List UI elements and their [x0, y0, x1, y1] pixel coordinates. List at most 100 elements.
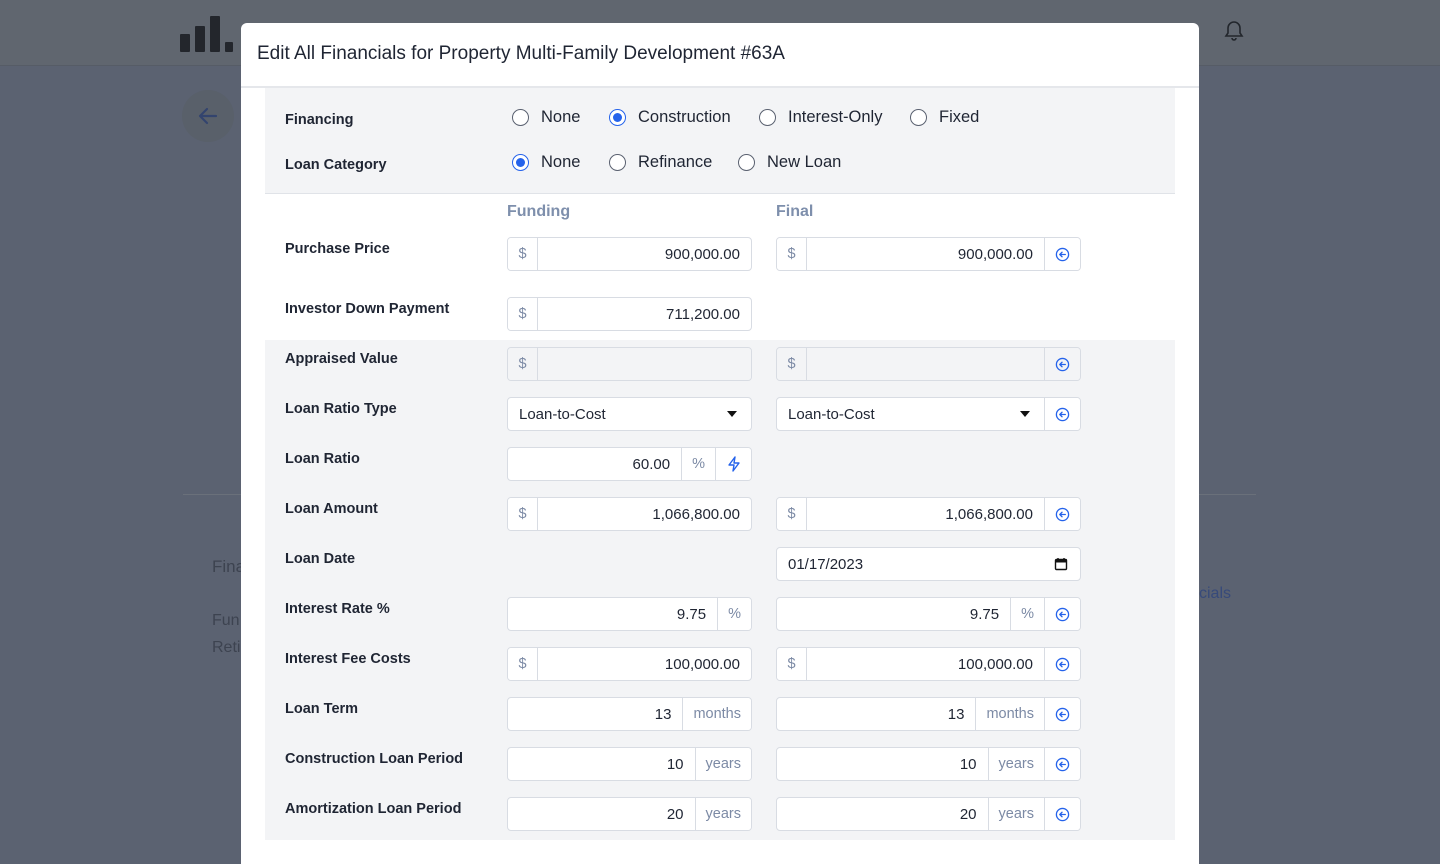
- input-value[interactable]: 10: [508, 748, 695, 780]
- bell-icon[interactable]: [1224, 20, 1244, 42]
- loan-ratio-label: Loan Ratio: [285, 451, 360, 467]
- interest-fee-costs-label: Interest Fee Costs: [285, 651, 411, 667]
- currency-prefix: $: [508, 648, 538, 680]
- radio-button[interactable]: [512, 109, 529, 126]
- calendar-icon[interactable]: [1042, 548, 1080, 580]
- arrow-left-circle-icon[interactable]: [1044, 348, 1080, 380]
- radio-button[interactable]: [759, 109, 776, 126]
- currency-prefix: $: [777, 648, 807, 680]
- app-logo: [180, 14, 233, 52]
- interest-rate-label: Interest Rate %: [285, 601, 390, 617]
- loan-category-option-refinance[interactable]: Refinance: [609, 153, 712, 172]
- radio-button[interactable]: [609, 154, 626, 171]
- arrow-left-circle-icon[interactable]: [1044, 748, 1080, 780]
- input-value[interactable]: 711,200.00: [538, 298, 751, 330]
- unit-suffix: years: [694, 748, 751, 780]
- unit-suffix: years: [694, 798, 751, 830]
- amortization-loan-period-label: Amortization Loan Period: [285, 801, 462, 817]
- input-value[interactable]: 1,066,800.00: [807, 498, 1044, 530]
- radio-label: None: [541, 108, 581, 126]
- radio-button[interactable]: [512, 154, 529, 171]
- radio-button[interactable]: [609, 109, 626, 126]
- currency-prefix: $: [777, 238, 807, 270]
- date-value[interactable]: 01/17/2023: [777, 548, 1042, 580]
- input-value[interactable]: 900,000.00: [807, 238, 1044, 270]
- unit-suffix: months: [682, 698, 751, 730]
- loan-amount-final-input[interactable]: $ 1,066,800.00: [776, 497, 1081, 531]
- modal-header: Edit All Financials for Property Multi-F…: [241, 23, 1199, 88]
- radio-label: None: [541, 153, 581, 171]
- interest-fee-costs-final-input[interactable]: $ 100,000.00: [776, 647, 1081, 681]
- investor-down-payment-funding-input[interactable]: $ 711,200.00: [507, 297, 752, 331]
- financing-option-interest-only[interactable]: Interest-Only: [759, 108, 882, 127]
- background-row-label: Reti: [212, 639, 241, 656]
- financing-option-fixed[interactable]: Fixed: [910, 108, 979, 127]
- construction-loan-period-funding-input[interactable]: 10 years: [507, 747, 752, 781]
- loan-category-option-none[interactable]: None: [512, 153, 580, 172]
- background-link[interactable]: cials: [1199, 585, 1231, 603]
- input-value[interactable]: 60.00: [508, 448, 681, 480]
- construction-loan-period-final-input[interactable]: 10 years: [776, 747, 1081, 781]
- arrow-left-circle-icon[interactable]: [1044, 648, 1080, 680]
- financing-option-none[interactable]: None: [512, 108, 580, 127]
- arrow-left-circle-icon[interactable]: [1044, 798, 1080, 830]
- loan-amount-funding-input[interactable]: $ 1,066,800.00: [507, 497, 752, 531]
- purchase-price-funding-input[interactable]: $ 900,000.00: [507, 237, 752, 271]
- interest-fee-costs-funding-input[interactable]: $ 100,000.00: [507, 647, 752, 681]
- currency-prefix: $: [777, 348, 807, 380]
- input-value[interactable]: 100,000.00: [538, 648, 751, 680]
- loan-type-band: [265, 88, 1175, 194]
- input-value[interactable]: 20: [508, 798, 695, 830]
- loan-ratio-type-final-select[interactable]: Loan-to-Cost: [776, 397, 1081, 431]
- loan-term-funding-input[interactable]: 13 months: [507, 697, 752, 731]
- loan-ratio-type-funding-select[interactable]: Loan-to-Cost: [507, 397, 752, 431]
- arrow-left-circle-icon[interactable]: [1044, 238, 1080, 270]
- loan-ratio-type-label: Loan Ratio Type: [285, 401, 397, 417]
- loan-term-final-input[interactable]: 13 months: [776, 697, 1081, 731]
- final-column-header: Final: [776, 203, 814, 220]
- radio-label: Interest-Only: [788, 108, 883, 126]
- input-value[interactable]: 1,066,800.00: [538, 498, 751, 530]
- arrow-left-circle-icon[interactable]: [1044, 398, 1080, 430]
- input-value[interactable]: [807, 348, 1044, 380]
- input-value[interactable]: 13: [508, 698, 682, 730]
- arrow-left-circle-icon[interactable]: [1044, 598, 1080, 630]
- arrow-left-circle-icon[interactable]: [1044, 498, 1080, 530]
- input-value[interactable]: 20: [777, 798, 988, 830]
- caret-down-icon[interactable]: [1006, 398, 1044, 430]
- financing-option-construction[interactable]: Construction: [609, 108, 731, 127]
- unit-suffix: months: [975, 698, 1044, 730]
- input-value[interactable]: 100,000.00: [807, 648, 1044, 680]
- input-value[interactable]: 9.75: [508, 598, 717, 630]
- funding-column-header: Funding: [507, 203, 571, 220]
- radio-label: Refinance: [638, 153, 713, 171]
- unit-suffix: years: [987, 748, 1044, 780]
- interest-rate-funding-input[interactable]: 9.75 %: [507, 597, 752, 631]
- radio-button[interactable]: [738, 154, 755, 171]
- loan-date-final-input[interactable]: 01/17/2023: [776, 547, 1081, 581]
- input-value[interactable]: 10: [777, 748, 988, 780]
- appraised-value-funding-input[interactable]: $: [507, 347, 752, 381]
- arrow-left-circle-icon[interactable]: [1044, 698, 1080, 730]
- currency-prefix: $: [777, 498, 807, 530]
- loan-category-label: Loan Category: [285, 157, 387, 173]
- loan-date-label: Loan Date: [285, 551, 356, 567]
- background-row-label: Fun: [212, 612, 240, 629]
- interest-rate-final-input[interactable]: 9.75 %: [776, 597, 1081, 631]
- input-value[interactable]: 13: [777, 698, 975, 730]
- radio-button[interactable]: [910, 109, 927, 126]
- back-button[interactable]: [182, 90, 234, 142]
- input-value[interactable]: 9.75: [777, 598, 1010, 630]
- investor-down-payment-label: Investor Down Payment: [285, 301, 450, 317]
- loan-category-option-new-loan[interactable]: New Loan: [738, 153, 841, 172]
- appraised-value-final-input[interactable]: $: [776, 347, 1081, 381]
- input-value[interactable]: 900,000.00: [538, 238, 751, 270]
- purchase-price-final-input[interactable]: $ 900,000.00: [776, 237, 1081, 271]
- caret-down-icon[interactable]: [713, 398, 751, 430]
- loan-ratio-funding-input[interactable]: 60.00 %: [507, 447, 752, 481]
- lightning-icon[interactable]: [715, 448, 751, 480]
- amortization-loan-period-funding-input[interactable]: 20 years: [507, 797, 752, 831]
- unit-suffix: %: [1010, 598, 1044, 630]
- input-value[interactable]: [538, 348, 751, 380]
- amortization-loan-period-final-input[interactable]: 20 years: [776, 797, 1081, 831]
